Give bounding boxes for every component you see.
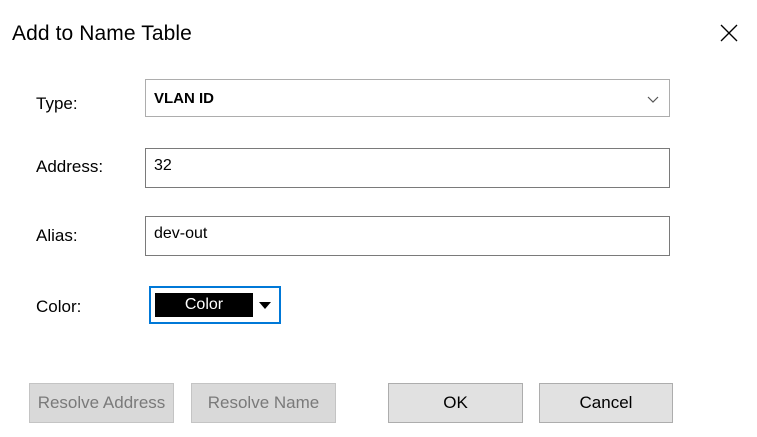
address-input[interactable]: 32 bbox=[145, 148, 670, 188]
type-select-value: VLAN ID bbox=[154, 90, 214, 107]
address-input-value: 32 bbox=[154, 157, 172, 174]
color-picker[interactable]: Color bbox=[149, 286, 281, 324]
color-label: Color: bbox=[36, 297, 82, 316]
address-label: Address: bbox=[36, 157, 104, 176]
alias-input-value: dev-out bbox=[154, 225, 208, 242]
close-icon bbox=[716, 20, 742, 46]
ok-button[interactable]: OK bbox=[388, 383, 523, 423]
type-label: Type: bbox=[36, 94, 78, 113]
dialog-title: Add to Name Table bbox=[12, 22, 192, 45]
triangle-down-icon bbox=[255, 293, 275, 317]
close-button[interactable] bbox=[716, 20, 742, 46]
chevron-down-icon bbox=[643, 89, 663, 109]
resolve-address-button[interactable]: Resolve Address bbox=[29, 383, 174, 423]
alias-input[interactable]: dev-out bbox=[145, 216, 670, 256]
alias-label: Alias: bbox=[36, 226, 78, 245]
cancel-button[interactable]: Cancel bbox=[539, 383, 673, 423]
type-select[interactable]: VLAN ID bbox=[145, 79, 670, 117]
resolve-name-button[interactable]: Resolve Name bbox=[191, 383, 336, 423]
color-swatch: Color bbox=[155, 293, 253, 317]
add-to-name-table-dialog: Add to Name Table Type: VLAN ID Address:… bbox=[0, 0, 757, 437]
